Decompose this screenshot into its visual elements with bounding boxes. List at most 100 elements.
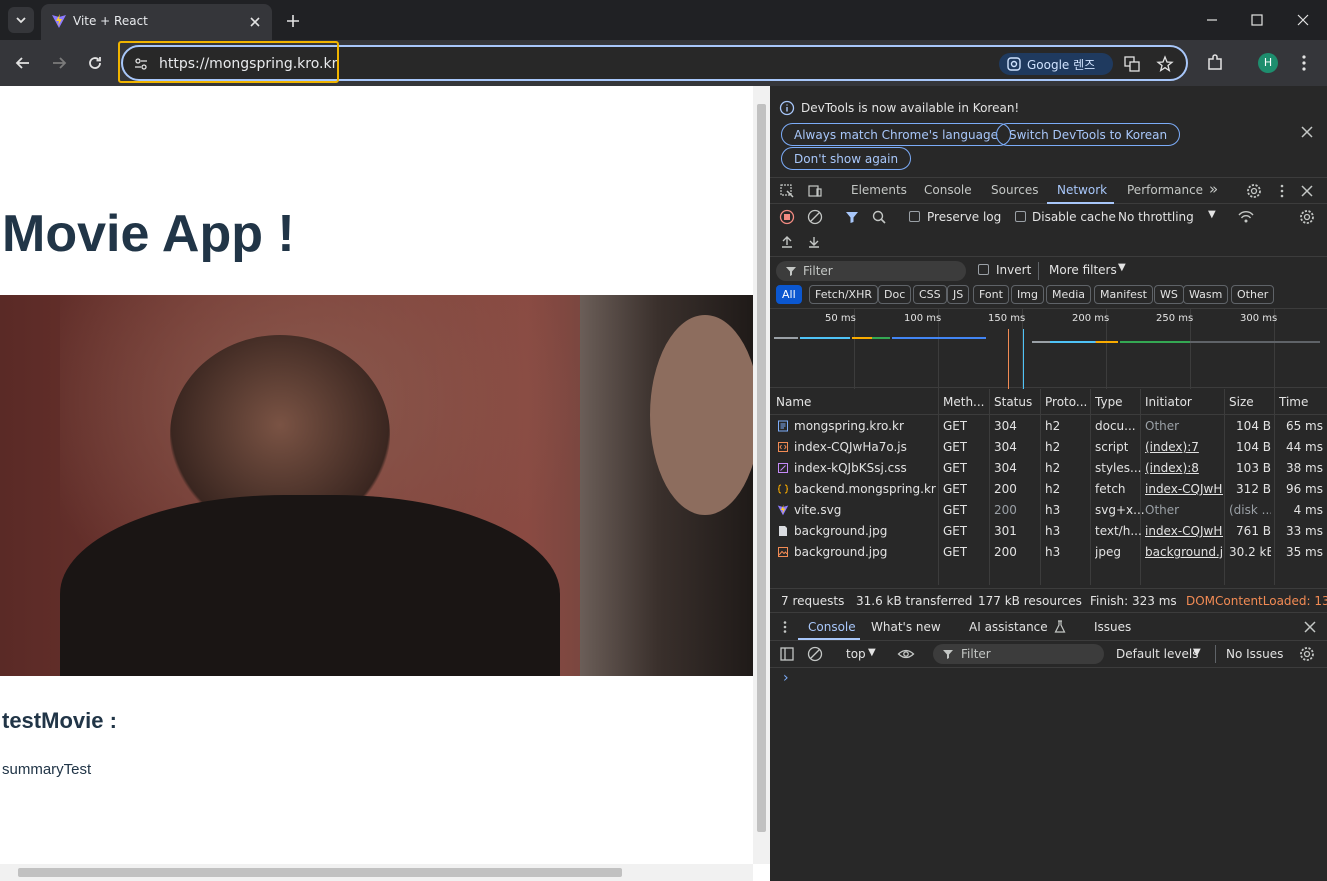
chip-font[interactable]: Font (973, 285, 1009, 304)
context-selector[interactable]: top (846, 647, 866, 661)
translate-icon[interactable] (1123, 55, 1141, 73)
kebab-menu-icon[interactable] (1294, 53, 1314, 73)
import-har-icon[interactable] (779, 234, 795, 250)
tab-sources[interactable]: Sources (991, 183, 1038, 197)
drawer-tab-ai-assistance[interactable]: AI assistance (969, 620, 1048, 634)
eye-icon[interactable] (897, 646, 915, 662)
chip-other[interactable]: Other (1231, 285, 1275, 304)
vertical-scrollbar[interactable] (753, 86, 770, 864)
close-banner-icon[interactable] (1299, 124, 1315, 140)
network-overview-timeline[interactable]: 50 ms 100 ms 150 ms 200 ms 250 ms 300 ms (770, 308, 1327, 389)
close-window-icon[interactable] (1295, 12, 1311, 28)
col-size[interactable]: Size (1229, 395, 1254, 409)
network-filter-input[interactable]: Filter (776, 261, 966, 281)
stop-recording-icon[interactable] (779, 209, 795, 225)
col-type[interactable]: Type (1095, 395, 1123, 409)
table-row[interactable]: mongspring.kro.kr GET 304 h2 docu... Other 104… (770, 416, 1327, 437)
minimize-icon[interactable] (1204, 12, 1220, 28)
summary-resources: 177 kB resources (978, 594, 1082, 608)
close-drawer-icon[interactable] (1302, 619, 1318, 635)
devtools-menu-icon[interactable] (1274, 183, 1290, 199)
chip-media[interactable]: Media (1046, 285, 1092, 304)
chip-manifest[interactable]: Manifest (1094, 285, 1153, 304)
throttling-select[interactable]: No throttling (1118, 210, 1194, 224)
console-settings-icon[interactable] (1299, 646, 1315, 662)
google-lens-button[interactable]: Google 렌즈 (999, 53, 1113, 75)
col-time[interactable]: Time (1279, 395, 1308, 409)
tab-search-button[interactable] (8, 7, 34, 33)
invert-checkbox[interactable] (978, 264, 989, 275)
clear-icon[interactable] (807, 209, 823, 225)
profile-avatar[interactable]: H (1258, 53, 1278, 73)
console-filter-input[interactable]: Filter (933, 644, 1104, 664)
filter-funnel-icon[interactable] (844, 209, 860, 225)
drawer-menu-icon[interactable] (779, 620, 791, 634)
bookmark-star-icon[interactable] (1156, 55, 1174, 73)
table-row[interactable]: index-CQJwHa7o.js GET 304 h2 script (index):7… (770, 437, 1327, 458)
preserve-log-checkbox[interactable] (909, 211, 920, 222)
log-levels-select[interactable]: Default levels (1116, 647, 1198, 661)
filter-divider (1038, 262, 1039, 280)
chip-css[interactable]: CSS (913, 285, 947, 304)
close-devtools-icon[interactable] (1299, 183, 1315, 199)
col-status[interactable]: Status (994, 395, 1032, 409)
tab-elements[interactable]: Elements (851, 183, 907, 197)
table-row[interactable]: backend.mongspring.kr... GET 200 h2 fetch ind… (770, 479, 1327, 500)
table-row[interactable]: vite.svg GET 200 h3 svg+x... Other (disk ... 4 … (770, 500, 1327, 521)
chip-wasm[interactable]: Wasm (1183, 285, 1229, 304)
chip-all[interactable]: All (776, 285, 802, 304)
request-protocol: h2 (1045, 419, 1061, 433)
request-initiator[interactable]: (index):8 (1145, 461, 1223, 475)
browser-tab[interactable]: Vite + React (41, 4, 272, 40)
request-initiator[interactable]: background.jpg (1145, 545, 1223, 559)
device-toolbar-icon[interactable] (807, 183, 823, 199)
reload-icon[interactable] (85, 53, 105, 73)
more-tabs-icon[interactable]: » (1209, 180, 1218, 198)
close-tab-icon[interactable] (247, 14, 263, 30)
network-settings-icon[interactable] (1299, 209, 1315, 225)
request-initiator[interactable]: (index):7 (1145, 440, 1223, 454)
col-name[interactable]: Name (776, 395, 811, 409)
extensions-icon[interactable] (1205, 53, 1225, 73)
search-icon[interactable] (871, 209, 887, 225)
table-row[interactable]: index-kQJbKSsj.css GET 304 h2 styles... (inde… (770, 458, 1327, 479)
tab-performance[interactable]: Performance (1127, 183, 1203, 197)
disable-cache-checkbox[interactable] (1015, 211, 1026, 222)
inspect-element-icon[interactable] (779, 183, 795, 199)
new-tab-icon[interactable] (284, 12, 302, 30)
switch-to-korean-button[interactable]: Switch DevTools to Korean (996, 123, 1181, 146)
chip-img[interactable]: Img (1011, 285, 1044, 304)
request-initiator[interactable]: index-CQJwHa (1145, 524, 1223, 538)
drawer-tab-issues[interactable]: Issues (1094, 620, 1131, 634)
col-initiator[interactable]: Initiator (1145, 395, 1192, 409)
drawer-tab-whats-new[interactable]: What's new (871, 620, 941, 634)
dont-show-again-button[interactable]: Don't show again (781, 147, 912, 170)
request-protocol: h3 (1045, 524, 1061, 538)
drawer-tab-console[interactable]: Console (808, 620, 856, 634)
request-initiator[interactable]: index-CQJwHa (1145, 482, 1223, 496)
console-sidebar-icon[interactable] (779, 646, 795, 662)
table-row[interactable]: background.jpg GET 200 h3 jpeg background.jpg… (770, 542, 1327, 563)
more-filters-button[interactable]: More filters (1049, 263, 1117, 277)
maximize-icon[interactable] (1249, 12, 1265, 28)
network-conditions-icon[interactable] (1237, 209, 1255, 225)
always-match-language-button[interactable]: Always match Chrome's language (781, 123, 1011, 146)
chip-fetch-xhr[interactable]: Fetch/XHR (809, 285, 878, 304)
table-row[interactable]: background.jpg GET 301 h3 text/h... index-CQJ… (770, 521, 1327, 542)
clear-console-icon[interactable] (807, 646, 823, 662)
issues-count[interactable]: No Issues (1226, 647, 1283, 661)
col-protocol[interactable]: Proto... (1045, 395, 1087, 409)
horizontal-scrollbar[interactable] (0, 864, 753, 881)
chip-ws[interactable]: WS (1154, 285, 1184, 304)
forward-icon[interactable] (49, 53, 69, 73)
tab-console[interactable]: Console (924, 183, 972, 197)
export-har-icon[interactable] (806, 234, 822, 250)
tab-network[interactable]: Network (1057, 183, 1107, 197)
chip-doc[interactable]: Doc (878, 285, 912, 304)
col-method[interactable]: Meth... (943, 395, 985, 409)
chip-js[interactable]: JS (947, 285, 970, 304)
request-method: GET (943, 545, 968, 559)
console-prompt[interactable]: › (783, 670, 789, 686)
settings-gear-icon[interactable] (1246, 183, 1262, 199)
back-icon[interactable] (13, 53, 33, 73)
